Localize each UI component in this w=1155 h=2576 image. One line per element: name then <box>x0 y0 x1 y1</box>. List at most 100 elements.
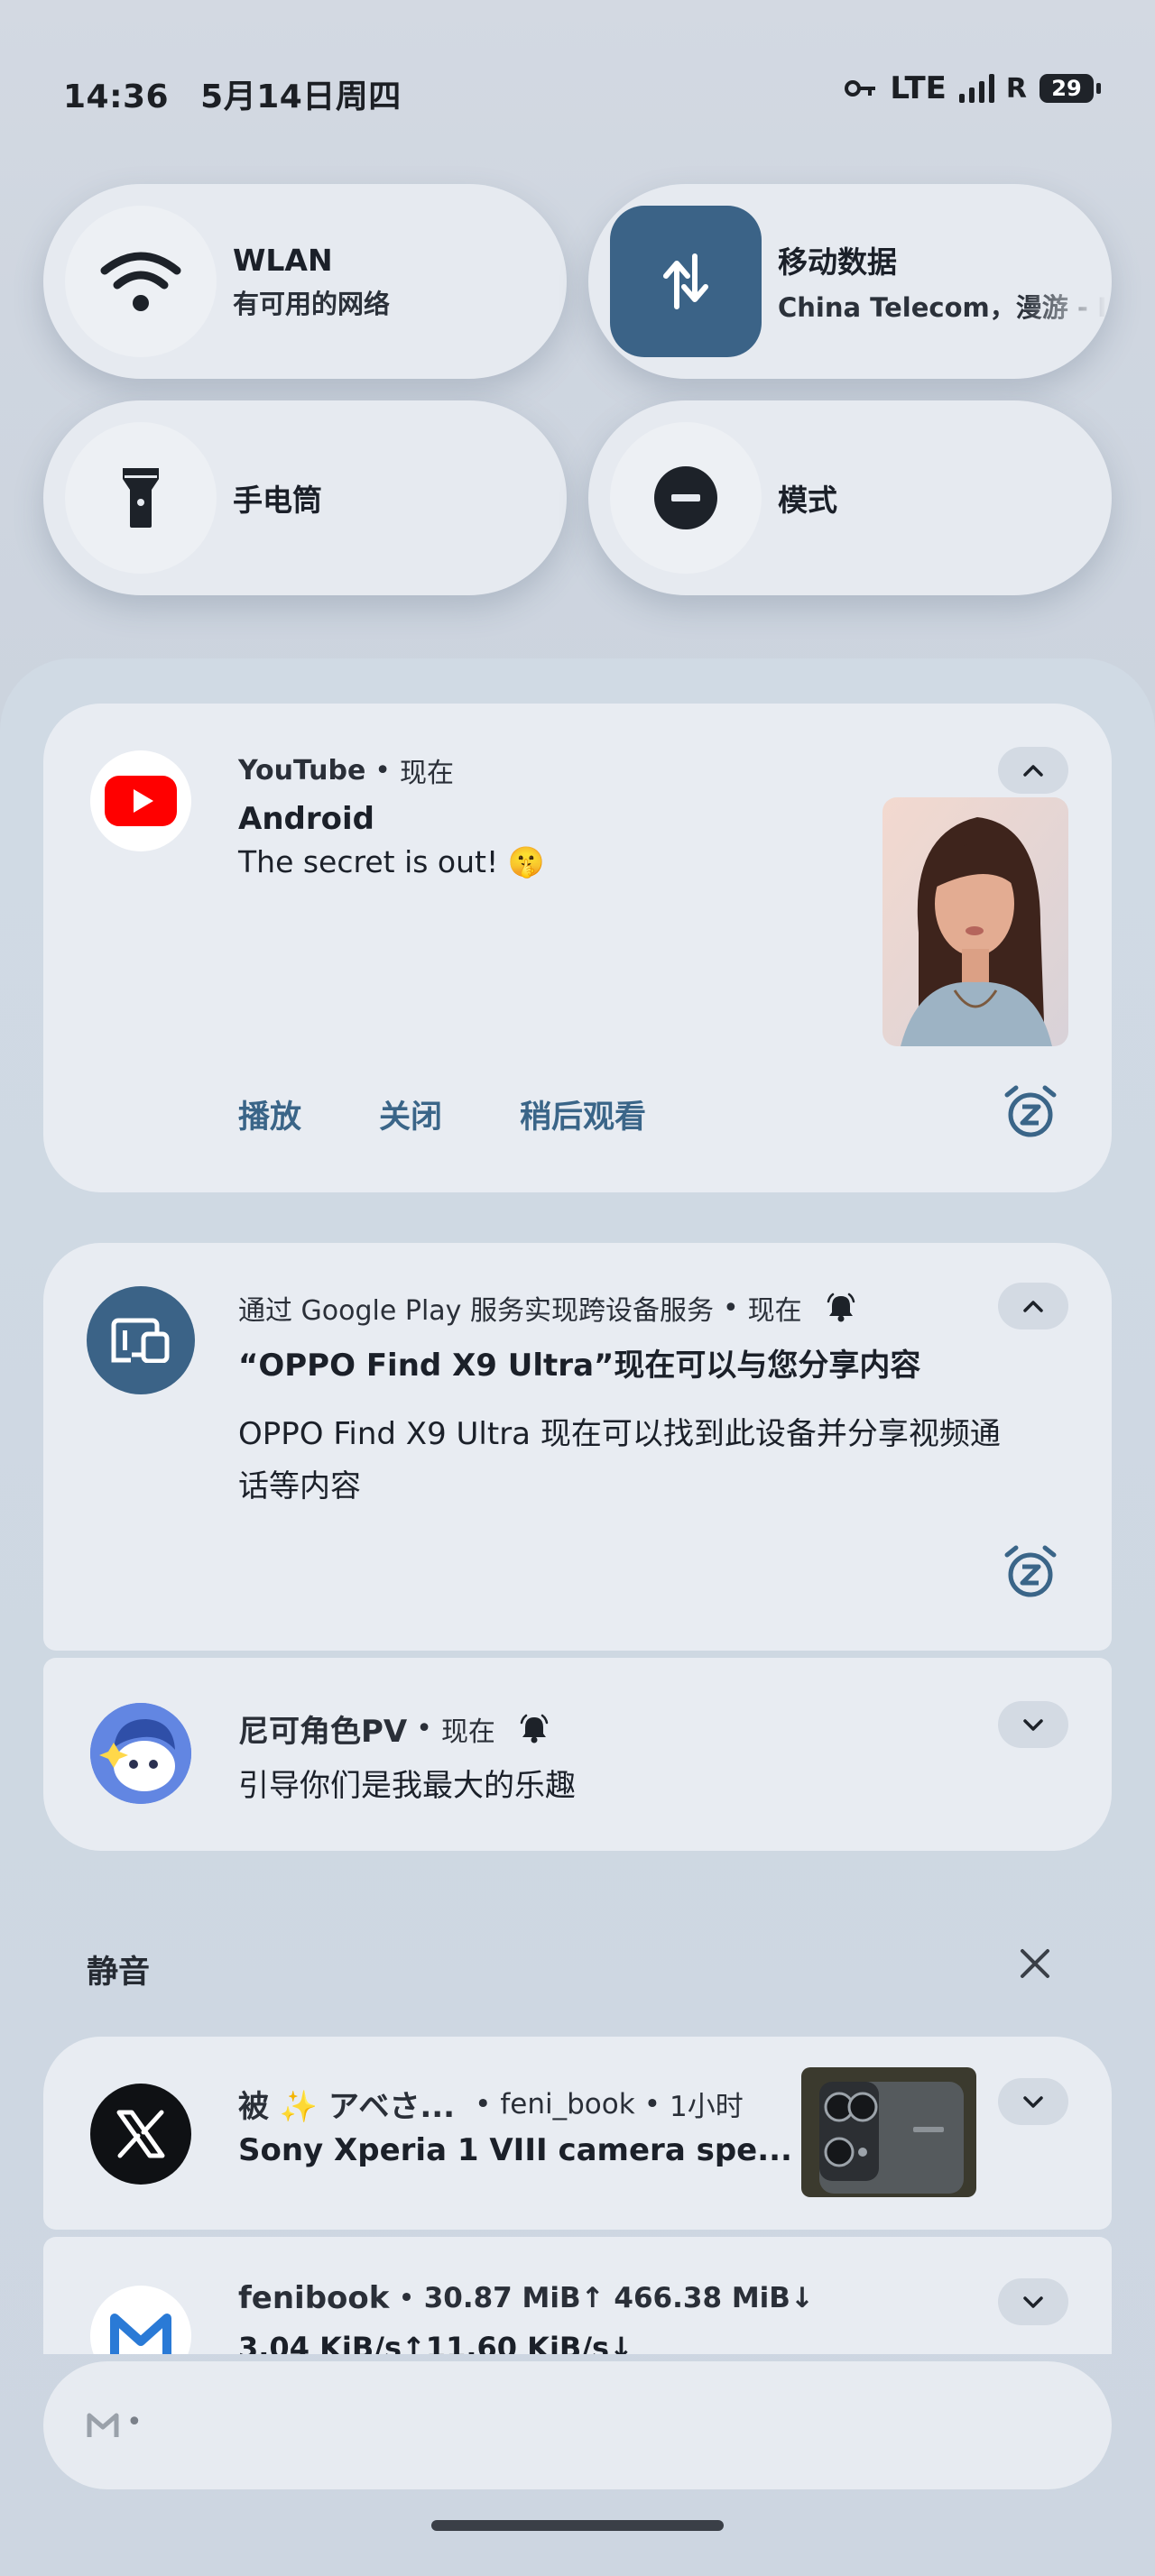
bell-icon <box>520 1714 549 1743</box>
tile-flashlight[interactable]: 手电筒 <box>43 400 567 595</box>
video-thumbnail[interactable] <box>882 797 1068 1046</box>
tile-wlan-text: WLAN 有可用的网络 <box>233 184 390 379</box>
notification-text: 引导你们是我最大的乐趣 <box>238 1768 576 1804</box>
separator-dot: • <box>374 754 391 787</box>
notification-youtube[interactable]: YouTube • 现在 Android The secret is out! … <box>43 704 1112 1192</box>
tile-title: 移动数据 <box>778 244 897 280</box>
app-name: 通过 Google Play 服务实现跨设备服务 <box>238 1295 714 1327</box>
notification-fenibook[interactable]: fenibook • 30.87 MiB↑ 466.38 MiB↓ 3.04 K… <box>43 2237 1112 2354</box>
notification-title: 尼可角色PV <box>238 1714 408 1750</box>
notification-text: Sony Xperia 1 VIII camera spe... <box>238 2132 792 2168</box>
notification-header: 被 ✨ アベさ... • feni_book • 1小时 <box>238 2082 744 2126</box>
notification-text-line1: OPPO Find X9 Ultra 现在可以找到此设备并分享视频通 <box>238 1416 1001 1452</box>
devices-icon <box>111 1318 170 1363</box>
silent-section-title: 静音 <box>87 1955 151 1991</box>
action-watch-later[interactable]: 稍后观看 <box>520 1091 646 1137</box>
notification-time: 1小时 <box>669 2091 744 2123</box>
tile-wlan-icon-button[interactable] <box>65 206 217 357</box>
x-logo-icon <box>116 2110 165 2158</box>
tile-subtitle: China Telecom，漫游 - I <box>778 292 1107 323</box>
separator-dot: • <box>398 2282 415 2314</box>
expand-button[interactable] <box>998 2078 1068 2125</box>
action-play[interactable]: 播放 <box>238 1091 301 1137</box>
tile-mobile-data-text: 移动数据 China Telecom，漫游 - I <box>778 184 1107 379</box>
x-app-icon <box>90 2084 191 2185</box>
tile-mobile-data-icon-button[interactable] <box>610 206 762 357</box>
chevron-up-icon <box>1023 765 1043 777</box>
battery-level: 29 <box>1051 76 1082 101</box>
notification-text: 3.04 KiB/s↑11.60 KiB/s↓ <box>238 2331 633 2354</box>
transfer-totals: 30.87 MiB↑ 466.38 MiB↓ <box>423 2282 814 2314</box>
fenibook-app-icon <box>90 2286 191 2354</box>
overflow-notification-pill[interactable]: • <box>43 2361 1112 2489</box>
tile-mode[interactable]: 模式 <box>588 400 1112 595</box>
more-dot: • <box>126 2406 143 2438</box>
snooze-icon[interactable] <box>1002 1542 1059 1600</box>
network-type: LTE <box>890 70 947 106</box>
notification-time: 现在 <box>747 1295 802 1327</box>
separator-dot: • <box>722 1292 739 1324</box>
vpn-key-icon <box>845 80 876 97</box>
separator-dot: • <box>416 1713 432 1744</box>
date: 5月14日周四 <box>200 78 402 115</box>
mascot-icon <box>90 1703 191 1804</box>
chevron-up-icon <box>1023 1301 1043 1312</box>
mobile-data-icon <box>663 253 708 309</box>
roaming-indicator: R <box>1005 72 1027 105</box>
home-gesture-bar[interactable] <box>431 2520 724 2531</box>
notification-x[interactable]: 被 ✨ アベさ... • feni_book • 1小时 Sony Xperia… <box>43 2037 1112 2230</box>
status-time-date: 14:36 5月14日周四 <box>63 70 402 117</box>
youtube-app-icon <box>90 750 191 851</box>
tile-mode-icon-button[interactable] <box>610 422 762 574</box>
thumbnail-image <box>801 2067 976 2197</box>
notification-title: Android <box>238 801 374 837</box>
tile-title: 模式 <box>778 483 837 518</box>
notification-time: 现在 <box>400 758 454 789</box>
nikke-app-icon <box>90 1703 191 1804</box>
signal-icon <box>958 74 994 103</box>
action-close[interactable]: 关闭 <box>379 1091 442 1137</box>
chevron-down-icon <box>1023 2296 1043 2308</box>
chevron-down-icon <box>1023 1719 1043 1731</box>
tile-mobile-data[interactable]: 移动数据 China Telecom，漫游 - I <box>588 184 1112 379</box>
flashlight-icon <box>123 468 159 528</box>
notification-cross-device[interactable]: 通过 Google Play 服务实现跨设备服务 • 现在 “OPPO Find… <box>43 1243 1112 1651</box>
notification-title: “OPPO Find X9 Ultra”现在可以与您分享内容 <box>238 1348 921 1384</box>
tile-subtitle: 有可用的网络 <box>233 288 391 319</box>
wifi-icon <box>100 252 181 311</box>
post-thumbnail[interactable] <box>801 2067 976 2197</box>
m-logo-icon <box>110 2314 171 2354</box>
tile-title: WLAN <box>233 242 333 278</box>
notification-text: The secret is out! 🤫 <box>238 844 545 879</box>
separator-dot: • <box>475 2087 492 2121</box>
bell-icon <box>827 1293 855 1322</box>
notification-title: fenibook <box>238 2280 390 2316</box>
app-name: YouTube <box>238 754 366 787</box>
collapse-button[interactable] <box>998 1283 1068 1329</box>
cross-device-app-icon <box>87 1286 195 1394</box>
tile-flashlight-text: 手电筒 <box>233 400 322 595</box>
notification-title: 被 ✨ アベさ... <box>238 2089 456 2125</box>
notification-nikke[interactable]: 尼可角色PV • 现在 引导你们是我最大的乐趣 <box>43 1658 1112 1851</box>
snooze-icon[interactable] <box>1002 1082 1059 1140</box>
tile-title: 手电筒 <box>233 483 322 518</box>
clear-silent-close-icon[interactable] <box>1018 1946 1052 1981</box>
notification-header: fenibook • 30.87 MiB↑ 466.38 MiB↓ <box>238 2280 814 2316</box>
thumbnail-image <box>882 797 1068 1046</box>
tile-flashlight-icon-button[interactable] <box>65 422 217 574</box>
notification-header: 通过 Google Play 服务实现跨设备服务 • 现在 <box>238 1288 856 1328</box>
youtube-logo-icon <box>105 776 177 826</box>
clock: 14:36 <box>63 78 170 115</box>
expand-button[interactable] <box>998 2278 1068 2325</box>
battery-icon: 29 <box>1040 74 1101 103</box>
expand-button[interactable] <box>998 1701 1068 1748</box>
account-name: feni_book <box>500 2087 635 2121</box>
mode-icon <box>654 466 717 529</box>
status-bar: 14:36 5月14日周四 LTE R 29 <box>0 0 1155 180</box>
gmail-icon <box>87 2413 119 2437</box>
tile-wlan[interactable]: WLAN 有可用的网络 <box>43 184 567 379</box>
status-icons: LTE R 29 <box>845 70 1101 106</box>
tile-mode-text: 模式 <box>778 400 837 595</box>
collapse-button[interactable] <box>998 747 1068 794</box>
notification-text-line2: 话等内容 <box>238 1468 361 1504</box>
